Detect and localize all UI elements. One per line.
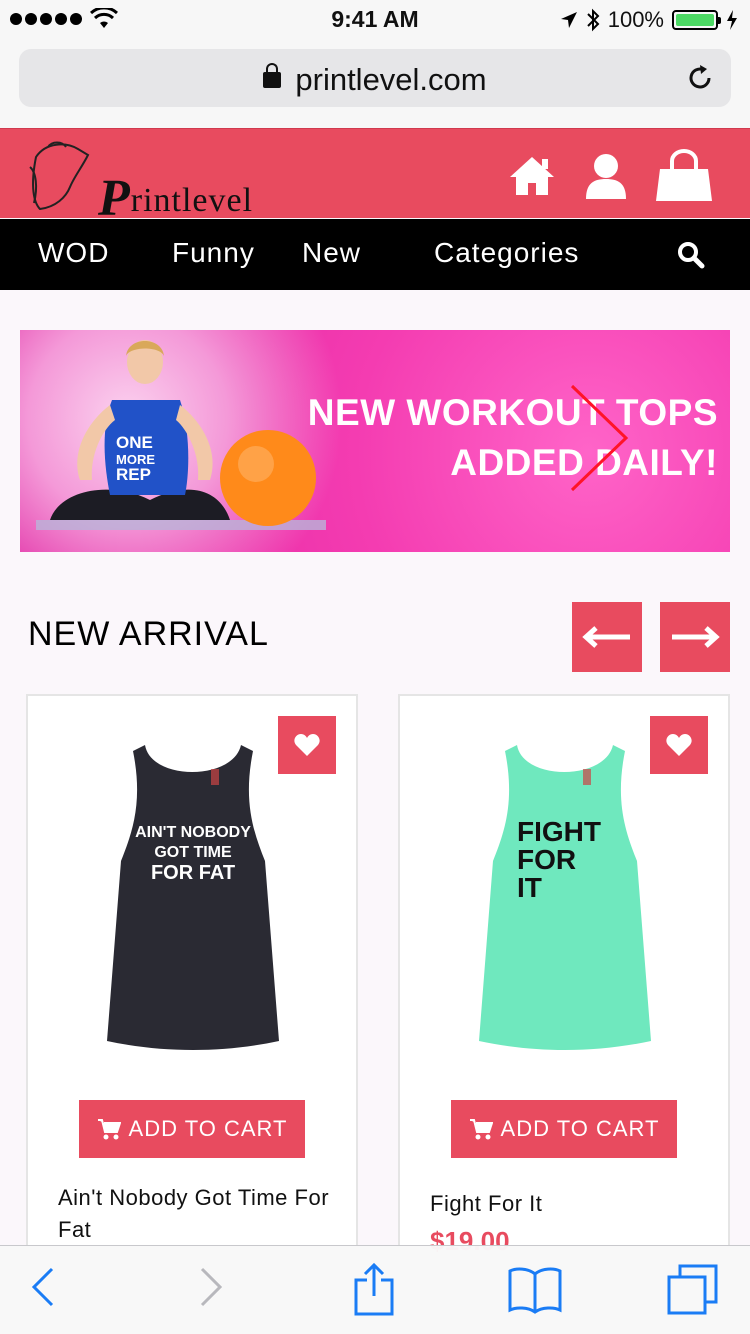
cart-icon	[469, 1119, 493, 1140]
url-text[interactable]: printlevel.com	[295, 62, 486, 97]
banner-line-1: NEW WORKOUT TOPS	[307, 392, 718, 433]
tank-print-line: FOR FAT	[151, 862, 235, 884]
charging-bolt-icon	[727, 10, 737, 30]
yoga-model-illustration: ONE MORE REP	[36, 340, 326, 530]
product-card[interactable]: AIN'T NOBODY GOT TIME FOR FAT ADD TO CAR…	[26, 694, 358, 1254]
nav-item-new[interactable]: New	[302, 237, 361, 269]
main-nav: WOD Funny New Categories	[0, 219, 750, 290]
promo-banner[interactable]: ONE MORE REP NEW WORKOUT TOPS ADDED DAIL…	[20, 330, 730, 552]
bluetooth-icon	[587, 8, 600, 32]
forward-icon[interactable]	[198, 1266, 224, 1308]
banner-line-2: ADDED DAILY!	[450, 442, 718, 483]
status-bar: 9:41 AM 100%	[0, 0, 750, 40]
tank-print-line: GOT TIME	[154, 844, 232, 861]
wishlist-button[interactable]	[650, 716, 708, 774]
heart-icon	[666, 734, 692, 756]
carousel-next-button[interactable]	[660, 602, 730, 672]
add-to-cart-label: ADD TO CART	[500, 1116, 660, 1141]
search-icon[interactable]	[677, 241, 705, 269]
battery-percentage: 100%	[607, 7, 664, 32]
add-to-cart-label: ADD TO CART	[128, 1116, 288, 1141]
reload-icon[interactable]	[685, 63, 715, 93]
carousel-next-icon[interactable]	[568, 382, 632, 492]
share-icon[interactable]	[354, 1262, 394, 1316]
bookmarks-icon[interactable]	[508, 1266, 562, 1314]
browser-chrome: printlevel.com	[0, 40, 750, 128]
add-to-cart-button[interactable]: ADD TO CART	[79, 1100, 305, 1158]
nav-item-categories[interactable]: Categories	[434, 237, 579, 269]
location-arrow-icon	[560, 12, 577, 28]
lock-icon	[263, 63, 282, 88]
tank-print-line: FIGHT	[517, 816, 601, 847]
logo-wordmark: rintlevel	[130, 182, 254, 219]
svg-text:ONE: ONE	[116, 433, 153, 452]
svg-text:REP: REP	[116, 465, 151, 484]
tank-print-line: IT	[517, 872, 542, 903]
status-indicators: 100%	[560, 7, 738, 33]
add-to-cart-button[interactable]: ADD TO CART	[451, 1100, 677, 1158]
nav-item-wod[interactable]: WOD	[38, 237, 109, 269]
tank-print-line: FOR	[517, 844, 576, 875]
shirt-sketch-icon	[29, 141, 90, 211]
product-name[interactable]: Fight For It	[430, 1188, 710, 1220]
product-image[interactable]: FIGHT FOR IT	[475, 741, 655, 1061]
product-name[interactable]: Ain't Nobody Got Time For Fat	[58, 1182, 338, 1246]
nav-item-funny[interactable]: Funny	[172, 237, 255, 269]
arrow-right-icon	[672, 626, 720, 648]
address-bar[interactable]: printlevel.com	[19, 49, 731, 107]
wishlist-button[interactable]	[278, 716, 336, 774]
heart-icon	[294, 734, 320, 756]
arrow-left-icon	[582, 626, 630, 648]
tabs-icon[interactable]	[666, 1264, 720, 1316]
home-icon[interactable]	[508, 155, 556, 197]
back-icon[interactable]	[30, 1266, 56, 1308]
tank-print-line: AIN'T NOBODY	[135, 824, 251, 841]
account-icon[interactable]	[584, 153, 628, 199]
site-header: Printlevel	[0, 128, 750, 227]
printlevel-logo[interactable]: Printlevel	[26, 137, 276, 227]
section-title: NEW ARRIVAL	[28, 615, 269, 653]
cart-icon	[97, 1119, 121, 1140]
browser-toolbar	[0, 1245, 750, 1334]
carousel-prev-button[interactable]	[572, 602, 642, 672]
shopping-bag-icon[interactable]	[656, 149, 712, 203]
battery-icon	[672, 10, 721, 30]
product-card[interactable]: FIGHT FOR IT ADD TO CART Fight For It $1…	[398, 694, 730, 1256]
header-actions	[508, 149, 712, 203]
product-image[interactable]: AIN'T NOBODY GOT TIME FOR FAT	[103, 741, 283, 1061]
banner-headline: NEW WORKOUT TOPS ADDED DAILY!	[308, 388, 718, 488]
